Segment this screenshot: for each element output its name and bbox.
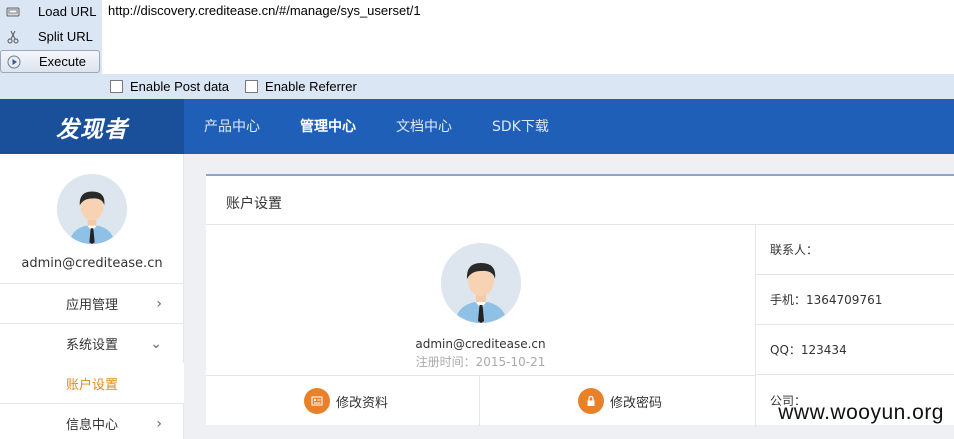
contact-person-field: 联系人： [756, 225, 954, 275]
chevron-down-icon: ⌄ [150, 335, 162, 352]
account-settings-panel: 账户设置 admin@creditease.cn 注册时间：2015-10-21 [206, 174, 954, 427]
sidebar-item-label: 账户设置 [65, 377, 118, 393]
sidebar-item-system-settings[interactable]: 系统设置 ⌄ [0, 323, 184, 363]
nav-item-management[interactable]: 管理中心 [300, 99, 356, 154]
site-logo[interactable]: 发现者 [0, 99, 184, 154]
execute-button[interactable]: Execute [0, 50, 100, 73]
screen: Load URL Split URL Execute http://discov… [0, 0, 954, 439]
change-password-button[interactable]: 修改密码 [578, 376, 662, 426]
sidebar-item-label: 信息中心 [65, 418, 118, 433]
watermark: www.wooyun.org [778, 401, 944, 424]
enable-post-data-checkbox[interactable]: Enable Post data [110, 79, 229, 94]
chevron-right-icon: › [156, 295, 162, 312]
hackbar-options: Enable Post data Enable Referrer [0, 74, 954, 99]
scissors-icon [6, 30, 20, 44]
phone-field: 手机：1364709761 [756, 275, 954, 325]
sidebar-item-message-center[interactable]: 信息中心 › [0, 403, 184, 439]
profile-username: admin@creditease.cn [415, 337, 546, 351]
change-password-label: 修改密码 [610, 395, 663, 411]
split-url-label: Split URL [38, 29, 93, 44]
avatar [57, 174, 127, 244]
sidebar-item-label: 应用管理 [65, 298, 118, 313]
enable-referrer-checkbox[interactable]: Enable Referrer [245, 79, 357, 94]
checkbox-box[interactable] [110, 80, 123, 93]
register-time: 注册时间：2015-10-21 [415, 355, 546, 369]
load-url-label: Load URL [38, 4, 97, 19]
divider [479, 376, 480, 426]
nav-item-docs[interactable]: 文档中心 [396, 99, 452, 154]
sidebar-item-app-management[interactable]: 应用管理 › [0, 283, 184, 323]
url-textarea[interactable]: http://discovery.creditease.cn/#/manage/… [108, 3, 421, 18]
lock-icon [578, 388, 604, 414]
profile-card-icon [304, 388, 330, 414]
hackbar-button-column: Load URL Split URL Execute [0, 0, 102, 74]
edit-profile-button[interactable]: 修改资料 [304, 376, 388, 426]
profile-actions: 修改资料 修改密码 [206, 375, 755, 427]
execute-label: Execute [39, 54, 86, 69]
sidebar-username: admin@creditease.cn [21, 256, 163, 271]
page-title: 账户设置 [226, 196, 282, 212]
top-navbar: 发现者 产品中心 管理中心 文档中心 SDK下载 [0, 99, 954, 154]
sidebar: admin@creditease.cn 应用管理 › 系统设置 ⌄ 账户设置 信… [0, 154, 184, 439]
enable-post-data-label: Enable Post data [130, 79, 230, 94]
sidebar-item-account-settings[interactable]: 账户设置 [0, 363, 184, 403]
avatar [441, 243, 521, 323]
enable-referrer-label: Enable Referrer [265, 79, 357, 94]
nav-item-products[interactable]: 产品中心 [204, 99, 260, 154]
sidebar-item-label: 系统设置 [65, 338, 118, 353]
qq-field: QQ：123434 [756, 325, 954, 375]
hackbar: Load URL Split URL Execute http://discov… [0, 0, 954, 99]
chevron-right-icon: › [156, 415, 162, 432]
nav-item-sdk-download[interactable]: SDK下载 [492, 99, 549, 154]
checkbox-box[interactable] [245, 80, 259, 93]
split-url-button[interactable]: Split URL [0, 25, 100, 48]
play-icon [7, 55, 21, 69]
load-url-icon [6, 5, 20, 19]
load-url-button[interactable]: Load URL [0, 0, 100, 23]
edit-profile-label: 修改资料 [336, 395, 389, 411]
profile-card: admin@creditease.cn 注册时间：2015-10-21 [206, 225, 755, 377]
